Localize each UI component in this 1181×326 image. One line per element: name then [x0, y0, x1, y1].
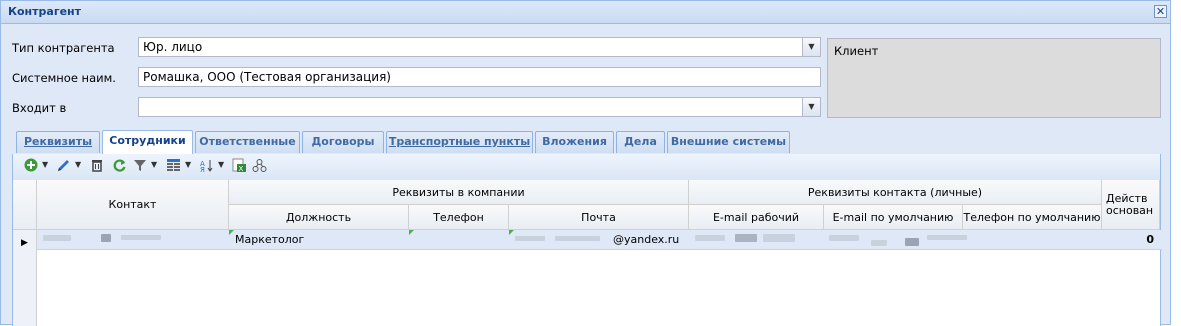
sysname-value: Ромашка, ООО (Тестовая организация): [143, 70, 391, 84]
email-default-redacted: [927, 235, 967, 240]
grid-toolbar: ▼ ▼ ▼ ▼ AЯ ▼ X: [13, 154, 1160, 181]
chevron-down-icon[interactable]: ▼: [802, 98, 820, 116]
part-of-label: Входит в: [12, 101, 67, 115]
tab-employees[interactable]: Сотрудники: [102, 130, 193, 154]
col-email-default[interactable]: E-mail по умолчанию: [824, 205, 963, 230]
col-position[interactable]: Должность: [229, 205, 409, 230]
tab-cases[interactable]: Дела: [616, 131, 665, 153]
modified-flag-icon: [229, 230, 234, 235]
part-of-combo[interactable]: ▼: [138, 97, 821, 117]
col-group-company: Реквизиты в компании: [229, 180, 689, 205]
counterparty-window: Контрагент ✕ Тип контрагента Юр. лицо ▼ …: [0, 0, 1171, 326]
email-work-redacted: [735, 234, 757, 242]
chevron-down-icon[interactable]: ▼: [185, 160, 191, 169]
client-label: Клиент: [834, 44, 879, 58]
email-default-redacted: [905, 238, 919, 246]
col-phone-default[interactable]: Телефон по умолчанию: [963, 205, 1102, 230]
email-work-redacted: [763, 234, 795, 242]
col-email-work[interactable]: E-mail рабочий: [689, 205, 824, 230]
tab-strip: Реквизиты Сотрудники Ответственные Догов…: [12, 127, 1161, 155]
col-mail[interactable]: Почта: [509, 205, 689, 230]
add-icon[interactable]: [23, 158, 39, 176]
close-icon[interactable]: ✕: [1154, 5, 1167, 18]
edit-icon[interactable]: [55, 158, 71, 176]
svg-text:Я: Я: [200, 166, 205, 173]
chevron-down-icon[interactable]: ▼: [42, 160, 48, 169]
chevron-down-icon[interactable]: ▼: [218, 160, 224, 169]
tab-transport-points[interactable]: Транспортные пункты: [386, 131, 533, 153]
contact-name-redacted: [121, 235, 161, 240]
sysname-label: Системное наим.: [12, 71, 116, 85]
window-titlebar: Контрагент ✕: [1, 1, 1170, 24]
col-acting-basis[interactable]: Действ основан: [1102, 180, 1160, 230]
cell-mail: @yandex.ru: [613, 233, 680, 246]
row-selector-column: ▶: [13, 230, 37, 326]
email-work-redacted: [695, 235, 725, 241]
window-title: Контрагент: [8, 5, 82, 18]
col-phone[interactable]: Телефон: [409, 205, 509, 230]
contact-name-redacted: [101, 234, 111, 242]
columns-icon[interactable]: [165, 158, 181, 176]
chevron-down-icon[interactable]: ▼: [75, 160, 81, 169]
email-default-redacted: [829, 235, 859, 241]
delete-icon[interactable]: [89, 158, 105, 176]
modified-flag-icon: [509, 230, 514, 235]
hierarchy-icon[interactable]: [251, 158, 267, 176]
tab-responsible[interactable]: Ответственные: [195, 131, 300, 153]
svg-text:X: X: [238, 165, 243, 173]
chevron-down-icon[interactable]: ▼: [151, 160, 157, 169]
chevron-down-icon[interactable]: ▼: [802, 38, 820, 56]
sysname-input[interactable]: Ромашка, ООО (Тестовая организация): [138, 67, 821, 87]
cell-position: Маркетолог: [235, 233, 305, 246]
modified-flag-icon: [409, 230, 414, 235]
tab-contracts[interactable]: Договоры: [302, 131, 384, 153]
col-group-personal: Реквизиты контакта (личные): [689, 180, 1102, 205]
type-combo[interactable]: Юр. лицо ▼: [138, 37, 821, 57]
current-row-arrow-icon: ▶: [21, 238, 28, 248]
row-selector-header: [13, 180, 37, 230]
client-box: Клиент: [827, 38, 1161, 118]
tab-requisites[interactable]: Реквизиты: [16, 131, 100, 153]
contact-name-redacted: [43, 235, 71, 241]
type-label: Тип контрагента: [12, 41, 115, 55]
cell-acting-basis: 0: [1146, 233, 1154, 246]
table-row[interactable]: Маркетолог @yandex.ru 0: [37, 230, 1162, 250]
email-default-redacted: [871, 240, 887, 246]
tab-attachments[interactable]: Вложения: [535, 131, 614, 153]
type-value: Юр. лицо: [143, 40, 203, 54]
sort-icon[interactable]: AЯ: [198, 158, 214, 176]
employees-grid: Контакт Реквизиты в компании Должность Т…: [13, 180, 1162, 326]
filter-icon[interactable]: [132, 158, 148, 176]
mail-redacted: [555, 236, 600, 241]
export-excel-icon[interactable]: X: [231, 158, 247, 176]
refresh-icon[interactable]: [111, 158, 127, 176]
col-contact[interactable]: Контакт: [37, 180, 229, 230]
employees-panel: ▼ ▼ ▼ ▼ AЯ ▼ X Контакт Реквизиты в компа…: [12, 154, 1162, 326]
mail-redacted: [515, 236, 545, 241]
tab-external-systems[interactable]: Внешние системы: [667, 131, 790, 153]
